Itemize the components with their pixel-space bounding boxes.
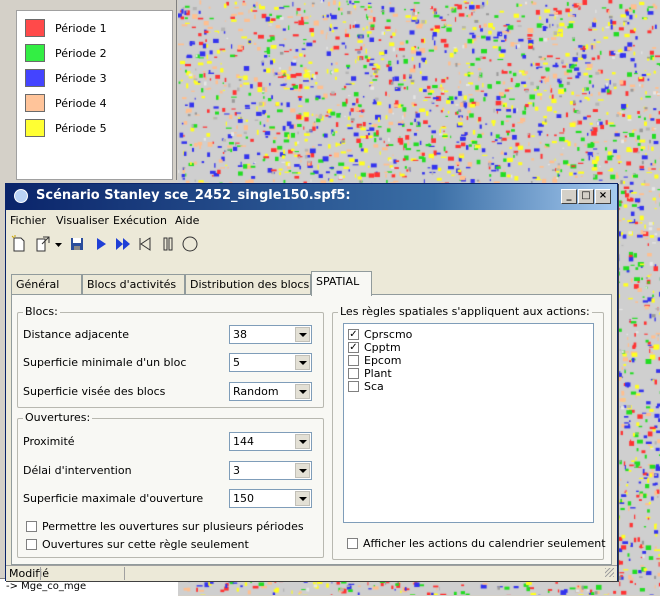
chevron-down-icon[interactable] xyxy=(295,384,310,399)
dropdown-arrow-icon[interactable] xyxy=(54,235,64,253)
legend-swatch xyxy=(25,69,45,87)
combo-value: 5 xyxy=(233,356,240,369)
superficie-minimale-select[interactable]: 5 xyxy=(229,353,312,372)
toolbar xyxy=(6,233,617,255)
delai-intervention-select[interactable]: 3 xyxy=(229,461,312,480)
legend-label: Période 2 xyxy=(55,47,107,60)
menu-visualiser[interactable]: Visualiser xyxy=(56,214,109,227)
distance-adjacente-select[interactable]: 38 xyxy=(229,325,312,344)
combo-value: 150 xyxy=(233,492,254,505)
chevron-down-icon[interactable] xyxy=(295,491,310,506)
chevron-down-icon[interactable] xyxy=(295,327,310,342)
superficie-visee-label: Superficie visée des blocs xyxy=(23,385,166,398)
plusieurs-periodes-label: Permettre les ouvertures sur plusieurs p… xyxy=(42,520,304,533)
superficie-maximale-label: Superficie maximale d'ouverture xyxy=(23,492,204,505)
stop-icon[interactable] xyxy=(181,235,199,253)
ouvertures-group: Ouvertures: Proximité 144 Délai d'interv… xyxy=(17,411,324,558)
scenario-window: Scénario Stanley sce_2452_single150.spf5… xyxy=(5,183,618,581)
menu-execution[interactable]: Exécution xyxy=(113,214,167,227)
checkbox-box[interactable]: ✓ xyxy=(348,329,359,340)
superficie-minimale-label: Superficie minimale d'un bloc xyxy=(23,356,187,369)
legend-swatch xyxy=(25,19,45,37)
combo-value: Random xyxy=(233,385,279,398)
action-label: Epcom xyxy=(364,354,402,367)
legend-label: Période 4 xyxy=(55,97,107,110)
superficie-visee-select[interactable]: Random xyxy=(229,382,312,401)
chevron-down-icon[interactable] xyxy=(295,355,310,370)
log-text: -> Mge_co_mge xyxy=(6,581,87,592)
maximize-button[interactable]: □ xyxy=(578,189,594,204)
new-icon[interactable] xyxy=(10,235,28,253)
save-icon[interactable] xyxy=(68,235,86,253)
window-title: Scénario Stanley sce_2452_single150.spf5… xyxy=(36,188,351,203)
action-label: Cpptm xyxy=(364,341,401,354)
checkbox-box[interactable] xyxy=(348,381,359,392)
status-separator xyxy=(40,567,41,580)
actions-list[interactable]: ✓ Cprscmo ✓ Cpptm Epcom Plant Sca xyxy=(343,323,594,523)
status-bar: Modifié xyxy=(6,565,617,581)
fast-forward-icon[interactable] xyxy=(114,235,132,253)
pause-icon[interactable] xyxy=(159,235,177,253)
tab-spatial[interactable]: SPATIAL xyxy=(311,271,372,296)
blocs-group: Blocs: Distance adjacente 38 Superficie … xyxy=(17,305,324,408)
play-icon[interactable] xyxy=(92,235,110,253)
resize-grip-icon[interactable] xyxy=(605,568,614,577)
checkbox-box[interactable] xyxy=(348,368,359,379)
action-label: Cprscmo xyxy=(364,328,413,341)
legend-swatch xyxy=(25,44,45,62)
legend-box: Période 1 Période 2 Période 3 Période 4 … xyxy=(16,10,173,180)
legend-label: Période 5 xyxy=(55,122,107,135)
delai-intervention-label: Délai d'intervention xyxy=(23,464,132,477)
combo-value: 144 xyxy=(233,435,254,448)
ouvertures-group-title: Ouvertures: xyxy=(23,411,93,424)
checkbox-box[interactable] xyxy=(26,521,37,532)
regle-seulement-label: Ouvertures sur cette règle seulement xyxy=(42,538,249,551)
rules-group-title: Les règles spatiales s'appliquent aux ac… xyxy=(338,305,592,318)
menu-fichier[interactable]: Fichier xyxy=(10,214,46,227)
checkbox-box[interactable] xyxy=(26,539,37,550)
legend-panel: Période 1 Période 2 Période 3 Période 4 … xyxy=(0,0,177,180)
combo-value: 38 xyxy=(233,328,247,341)
legend-swatch xyxy=(25,94,45,112)
checkbox-box[interactable]: ✓ xyxy=(348,342,359,353)
status-text: Modifié xyxy=(9,567,49,580)
menu-aide[interactable]: Aide xyxy=(175,214,199,227)
menu-bar: Fichier Visualiser Exécution Aide xyxy=(6,211,617,230)
title-bar[interactable]: Scénario Stanley sce_2452_single150.spf5… xyxy=(6,184,617,210)
app-icon xyxy=(14,189,28,203)
action-label: Plant xyxy=(364,367,392,380)
tab-blocs-activites[interactable]: Blocs d'activités xyxy=(82,274,185,294)
tab-distribution-blocs[interactable]: Distribution des blocs xyxy=(185,274,311,294)
distance-adjacente-label: Distance adjacente xyxy=(23,328,129,341)
legend-label: Période 3 xyxy=(55,72,107,85)
checkbox-box[interactable] xyxy=(348,355,359,366)
rules-group: Les règles spatiales s'appliquent aux ac… xyxy=(332,305,606,560)
superficie-maximale-select[interactable]: 150 xyxy=(229,489,312,508)
blocs-group-title: Blocs: xyxy=(23,305,60,318)
tab-general[interactable]: Général xyxy=(11,274,82,294)
action-label: Sca xyxy=(364,380,384,393)
legend-swatch xyxy=(25,119,45,137)
checkbox-box[interactable] xyxy=(347,538,358,549)
legend-label: Période 1 xyxy=(55,22,107,35)
chevron-down-icon[interactable] xyxy=(295,434,310,449)
proximite-select[interactable]: 144 xyxy=(229,432,312,451)
spatial-panel: Blocs: Distance adjacente 38 Superficie … xyxy=(11,294,612,565)
rewind-icon[interactable] xyxy=(136,235,154,253)
close-button[interactable]: × xyxy=(595,189,611,204)
proximite-label: Proximité xyxy=(23,435,75,448)
calendrier-label: Afficher les actions du calendrier seule… xyxy=(363,537,606,550)
combo-value: 3 xyxy=(233,464,240,477)
chevron-down-icon[interactable] xyxy=(295,463,310,478)
status-separator xyxy=(124,567,125,580)
minimize-button[interactable]: _ xyxy=(561,189,577,204)
export-icon[interactable] xyxy=(34,235,52,253)
